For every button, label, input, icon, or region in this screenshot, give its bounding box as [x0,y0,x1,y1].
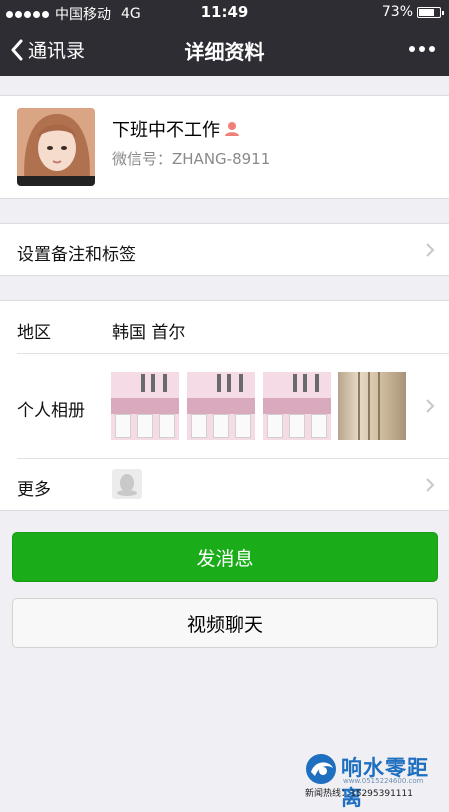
send-message-button[interactable]: 发消息 [12,532,438,582]
album-label: 个人相册 [17,401,85,421]
watermark-url: www.0515224600.com [343,777,424,785]
nickname: 下班中不工作 [112,116,241,142]
more-label: 更多 [17,480,51,500]
watermark: 响水零距离 www.0515224600.com 新闻热线：1529539111… [303,750,443,810]
more-row[interactable]: 更多 [0,458,449,512]
region-label: 地区 [17,323,51,343]
battery-icon [417,6,444,18]
back-button[interactable]: 通讯录 [10,36,85,63]
video-call-button[interactable]: 视频聊天 [12,598,438,648]
female-gender-icon [225,122,239,136]
avatar-image [17,108,95,186]
navigation-bar: 通讯录 详细资料 [0,24,449,76]
album-thumbnail [338,372,406,440]
wechat-id: 微信号：ZHANG-8911 [112,150,271,168]
chevron-right-icon [426,478,435,492]
avatar[interactable] [17,108,95,186]
back-label: 通讯录 [28,40,86,62]
album-thumbnail [263,372,331,440]
region-value: 韩国 首尔 [112,323,186,343]
remark-label: 设置备注和标签 [17,245,136,265]
status-bar: 中国移动 4G 11:49 73% [0,0,449,24]
set-remark-and-tags-row[interactable]: 设置备注和标签 [0,223,449,276]
chevron-right-icon [426,399,435,413]
battery-fill [419,8,434,16]
watermark-logo [306,754,336,784]
album-thumbnail [187,372,255,440]
album-thumbnail [111,372,179,440]
battery-percentage: 73% [381,4,413,20]
status-right: 73% [381,4,444,20]
nickname-text: 下班中不工作 [112,120,220,141]
watermark-hotline: 新闻热线：15295391111 [305,789,413,799]
personal-album-row[interactable]: 个人相册 [0,353,449,458]
profile-card: 下班中不工作 微信号：ZHANG-8911 [0,95,449,199]
info-section: 地区 韩国 首尔 个人相册 更多 [0,300,449,511]
chevron-left-icon [11,39,23,60]
qq-icon [112,469,142,499]
chevron-right-icon [426,243,435,257]
more-options-icon[interactable] [409,46,435,52]
